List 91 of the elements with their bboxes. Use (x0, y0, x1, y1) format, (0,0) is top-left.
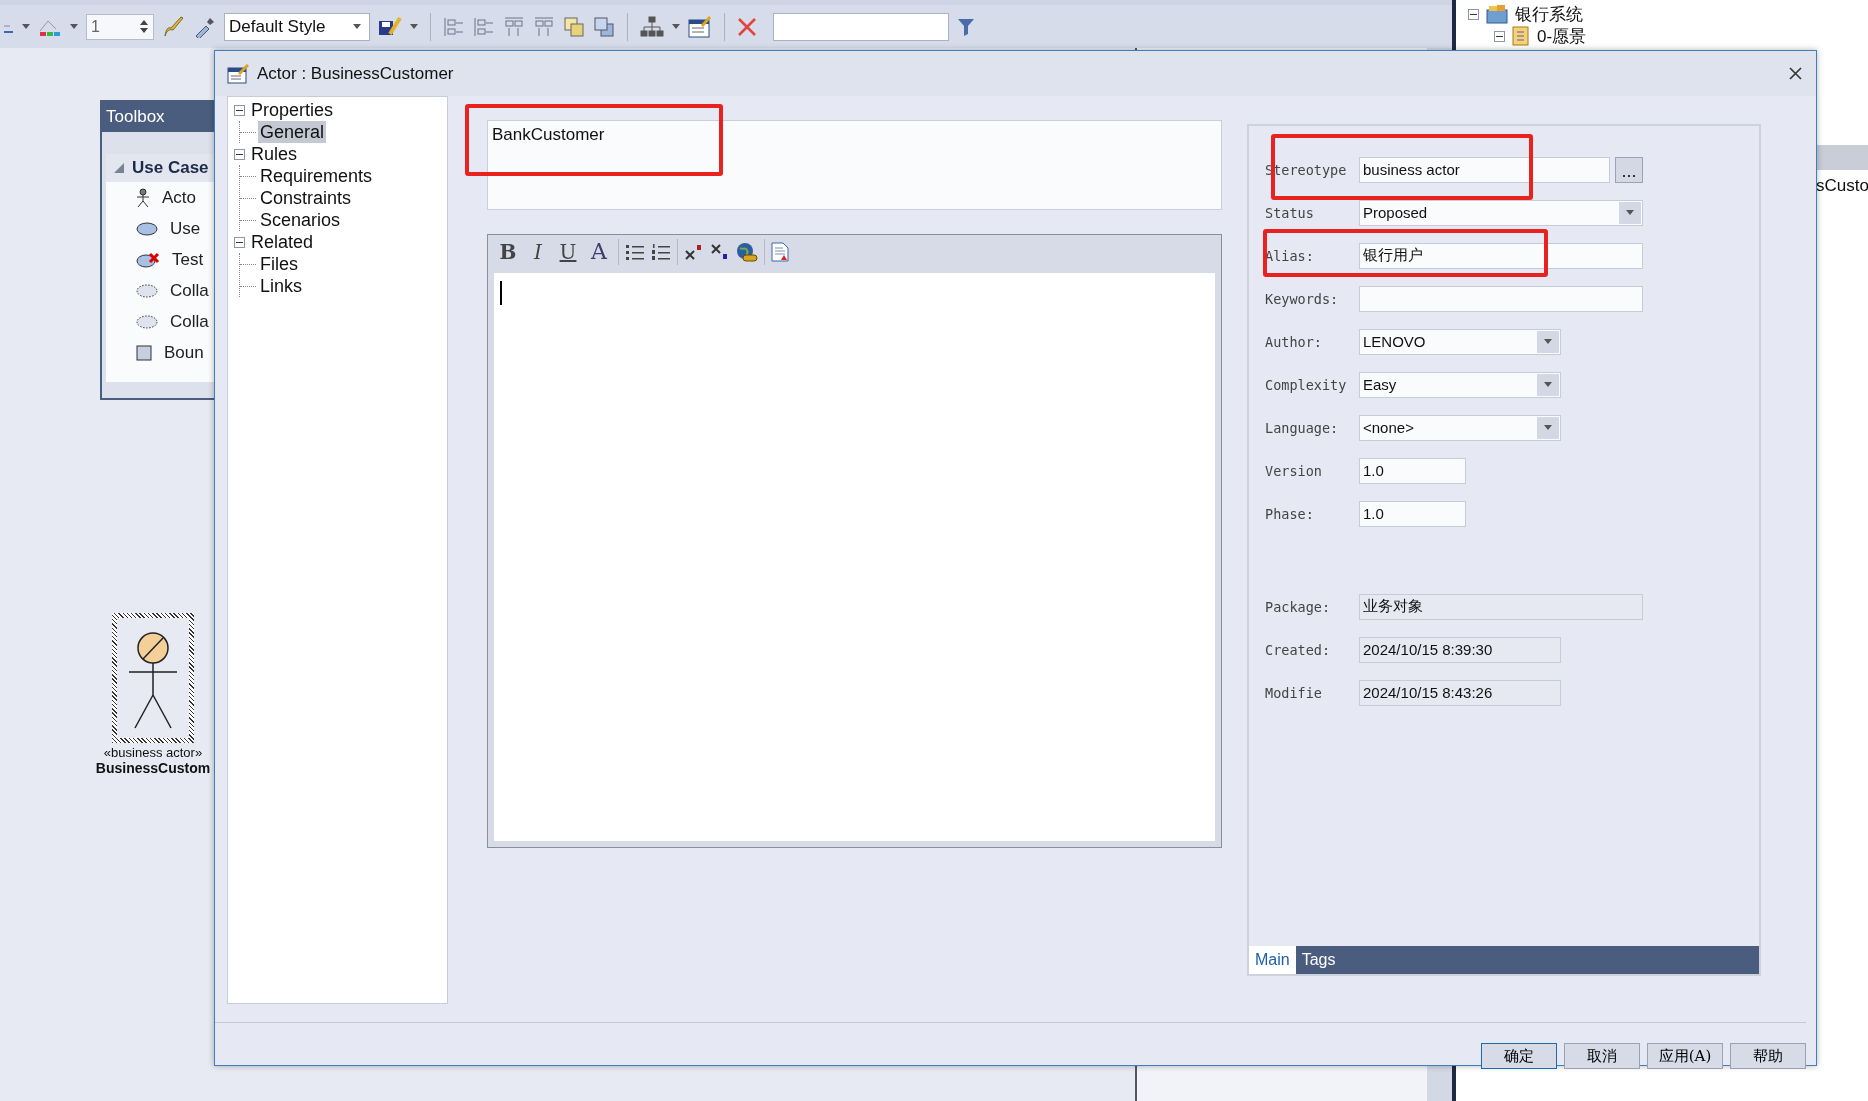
dropdown-arrow-icon[interactable] (1626, 210, 1634, 215)
dropdown-field[interactable]: LENOVO (1359, 328, 1561, 355)
send-backward-icon[interactable] (593, 15, 615, 38)
dotted-ellipse-icon (136, 314, 158, 329)
dotted-ellipse-icon (136, 283, 158, 298)
field-label: Alias: (1265, 247, 1315, 264)
stereotype-label: «business actor» (103, 745, 203, 760)
tab[interactable]: Main (1249, 946, 1296, 974)
dialog-button[interactable]: 应用(A) (1647, 1043, 1723, 1069)
numbered-list-icon[interactable] (651, 243, 671, 261)
readonly-field: 2024/10/15 8:43:26 (1359, 679, 1561, 706)
field-label: Phase: (1265, 505, 1315, 522)
brush-icon[interactable] (162, 15, 186, 38)
line-width-spinner[interactable]: 1 (86, 13, 154, 40)
field-label: Status (1265, 204, 1315, 221)
document-icon[interactable] (771, 242, 789, 262)
collapse-icon[interactable] (1494, 30, 1505, 42)
dropdown-arrow-icon[interactable] (672, 24, 680, 29)
bold-button[interactable]: B (496, 240, 520, 264)
tree-item[interactable]: 0-愿景 (1537, 24, 1587, 48)
dropdown-field[interactable]: <none> (1359, 414, 1561, 441)
text-field[interactable]: 银行用户 (1359, 242, 1643, 269)
ellipse-icon (136, 221, 158, 236)
folder-stack-icon (1485, 4, 1509, 24)
dropdown-arrow-icon[interactable] (410, 24, 418, 29)
filter-icon[interactable] (957, 17, 975, 36)
font-color-button[interactable]: A (586, 240, 612, 264)
collapse-icon[interactable] (234, 104, 245, 116)
field-label: Version (1265, 462, 1323, 479)
style-dropdown[interactable]: Default Style (224, 12, 370, 41)
actor-properties-icon (227, 63, 249, 84)
diagram-icon (1511, 26, 1531, 46)
tree-item[interactable]: Scenarios (258, 209, 343, 231)
globe-link-icon[interactable] (736, 242, 758, 262)
name-field[interactable]: BankCustomer (487, 120, 1222, 210)
tree-item[interactable]: Links (258, 275, 305, 297)
collapse-icon[interactable] (234, 236, 245, 248)
tree-item[interactable]: 银行系统 (1515, 2, 1583, 26)
italic-button[interactable]: I (526, 240, 550, 264)
text-field[interactable]: 1.0 (1359, 457, 1466, 484)
actor-icon (136, 187, 150, 208)
hierarchy-icon[interactable] (640, 15, 664, 38)
boundary-icon (136, 344, 152, 361)
tree-item[interactable]: Related (249, 231, 316, 253)
field-label: Author: (1265, 333, 1323, 350)
close-icon[interactable] (1789, 67, 1802, 80)
caret-icon[interactable] (353, 24, 361, 29)
tree-item[interactable]: General (258, 121, 327, 143)
toolbox-item[interactable]: Colla (106, 306, 274, 337)
element-name: BusinessCustom (95, 760, 211, 776)
tree-item[interactable]: Properties (249, 99, 336, 121)
tree-item[interactable]: Files (258, 253, 300, 275)
tree-item[interactable]: Constraints (258, 187, 354, 209)
eyedropper-icon[interactable] (194, 15, 216, 38)
collapse-icon[interactable] (1468, 8, 1479, 20)
dropdown-field[interactable]: Easy (1359, 371, 1561, 398)
text-field[interactable]: 1.0 (1359, 500, 1466, 527)
field-label: Modifie (1265, 684, 1323, 701)
stereotype-field[interactable]: business actor (1359, 156, 1610, 183)
text-field[interactable] (1359, 285, 1643, 312)
bring-forward-icon[interactable] (563, 15, 585, 38)
field-label: Created: (1265, 641, 1332, 658)
dropdown-arrow-icon[interactable] (1544, 382, 1552, 387)
dropdown-arrow-icon[interactable] (1544, 425, 1552, 430)
properties-icon[interactable] (688, 15, 712, 38)
dropdown-arrow-icon[interactable] (70, 24, 78, 29)
bullet-list-icon[interactable] (625, 243, 645, 261)
dropdown-arrow-icon[interactable] (1544, 339, 1552, 344)
dialog-button[interactable]: 确定 (1481, 1043, 1557, 1069)
superscript-icon[interactable] (684, 243, 704, 261)
dialog-title: Actor : BusinessCustomer (257, 63, 455, 84)
dropdown-arrow-icon[interactable] (22, 24, 30, 29)
field-label: Package: (1265, 598, 1332, 615)
underline-button[interactable]: U (556, 240, 580, 264)
readonly-field: 业务对象 (1359, 593, 1643, 620)
field-label: Keywords: (1265, 290, 1340, 307)
dropdown-field[interactable]: Proposed (1359, 199, 1643, 226)
tab[interactable]: Tags (1295, 946, 1342, 974)
subscript-icon[interactable] (710, 243, 730, 261)
test-case-icon (136, 251, 160, 268)
field-label: Complexity (1265, 376, 1348, 393)
readonly-field: 2024/10/15 8:39:30 (1359, 636, 1561, 663)
search-field[interactable] (773, 12, 949, 41)
field-label: Language: (1265, 419, 1340, 436)
collapse-icon[interactable] (234, 148, 245, 160)
save-style-icon[interactable] (378, 15, 402, 38)
toolbox-title: Toolbox (106, 107, 165, 127)
dialog-button[interactable]: 帮助 (1730, 1043, 1806, 1069)
delete-icon[interactable] (737, 16, 757, 37)
dialog-button[interactable]: 取消 (1564, 1043, 1640, 1069)
toolbox-item[interactable]: Boun (106, 337, 274, 368)
